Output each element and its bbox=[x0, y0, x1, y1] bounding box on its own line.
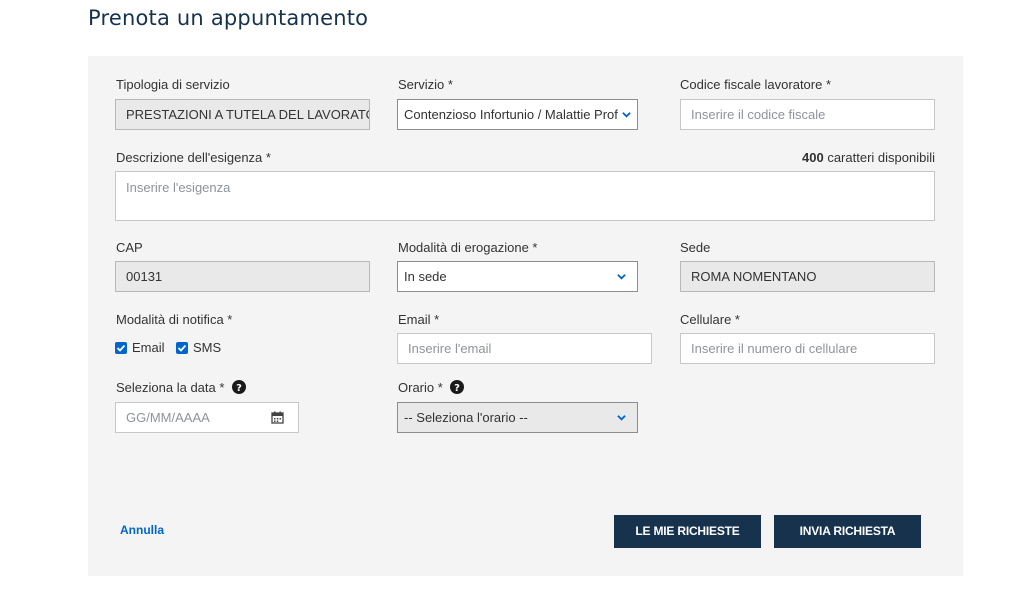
descrizione-textarea[interactable]: Inserire l'esigenza bbox=[115, 171, 935, 221]
codice-fiscale-label: Codice fiscale lavoratore * bbox=[680, 77, 832, 92]
email-checkbox-label[interactable]: Email bbox=[132, 340, 165, 355]
svg-text:?: ? bbox=[236, 383, 242, 394]
modalita-notifica-label: Modalità di notifica * bbox=[116, 312, 233, 327]
tipologia-label: Tipologia di servizio bbox=[116, 77, 230, 92]
sms-checkbox[interactable] bbox=[176, 342, 188, 354]
tipologia-field: PRESTAZIONI A TUTELA DEL LAVORATO bbox=[115, 99, 370, 130]
calendar-icon[interactable] bbox=[271, 411, 284, 424]
char-counter-text: caratteri disponibili bbox=[827, 150, 935, 165]
sede-field: ROMA NOMENTANO bbox=[680, 261, 935, 292]
data-label: Seleziona la data * ? bbox=[116, 380, 247, 395]
codice-fiscale-input[interactable]: Inserire il codice fiscale bbox=[680, 99, 935, 130]
sede-label: Sede bbox=[680, 240, 711, 255]
descrizione-label: Descrizione dell'esigenza * bbox=[116, 150, 271, 165]
email-label: Email * bbox=[398, 312, 440, 327]
orario-select-value: -- Seleziona l'orario -- bbox=[404, 410, 528, 425]
email-input[interactable]: Inserire l'email bbox=[397, 333, 652, 364]
cap-label: CAP bbox=[116, 240, 143, 255]
cellulare-label: Cellulare * bbox=[680, 312, 740, 327]
page-title: Prenota un appuntamento bbox=[88, 6, 369, 30]
char-counter: 400 caratteri disponibili bbox=[802, 150, 935, 165]
chevron-down-icon bbox=[617, 274, 626, 280]
check-icon bbox=[116, 344, 126, 352]
question-circle-icon[interactable]: ? bbox=[450, 380, 465, 394]
submit-request-button[interactable]: INVIA RICHIESTA bbox=[774, 515, 921, 548]
sms-checkbox-label[interactable]: SMS bbox=[193, 340, 221, 355]
char-counter-value: 400 bbox=[802, 150, 824, 165]
orario-label-text: Orario * bbox=[398, 380, 443, 395]
orario-label: Orario * ? bbox=[398, 380, 465, 395]
servizio-label: Servizio * bbox=[398, 77, 453, 92]
servizio-select[interactable]: Contenzioso Infortunio / Malattie Prof bbox=[397, 99, 638, 130]
data-input[interactable]: GG/MM/AAAA bbox=[115, 402, 299, 433]
svg-text:?: ? bbox=[455, 383, 461, 394]
my-requests-button[interactable]: LE MIE RICHIESTE bbox=[614, 515, 761, 548]
cellulare-input[interactable]: Inserire il numero di cellulare bbox=[680, 333, 935, 364]
email-checkbox[interactable] bbox=[115, 342, 127, 354]
cap-field: 00131 bbox=[115, 261, 370, 292]
chevron-down-icon bbox=[622, 112, 631, 118]
servizio-select-value: Contenzioso Infortunio / Malattie Prof bbox=[404, 107, 618, 122]
modalita-erogazione-select[interactable]: In sede bbox=[397, 261, 638, 292]
modalita-erogazione-label: Modalità di erogazione * bbox=[398, 240, 538, 255]
data-input-placeholder: GG/MM/AAAA bbox=[126, 410, 210, 425]
modalita-erogazione-value: In sede bbox=[404, 269, 447, 284]
cancel-link[interactable]: Annulla bbox=[120, 523, 164, 537]
question-circle-icon[interactable]: ? bbox=[232, 380, 247, 394]
data-label-text: Seleziona la data * bbox=[116, 380, 225, 395]
check-icon bbox=[177, 344, 187, 352]
chevron-down-icon bbox=[617, 415, 626, 421]
orario-select[interactable]: -- Seleziona l'orario -- bbox=[397, 402, 638, 433]
